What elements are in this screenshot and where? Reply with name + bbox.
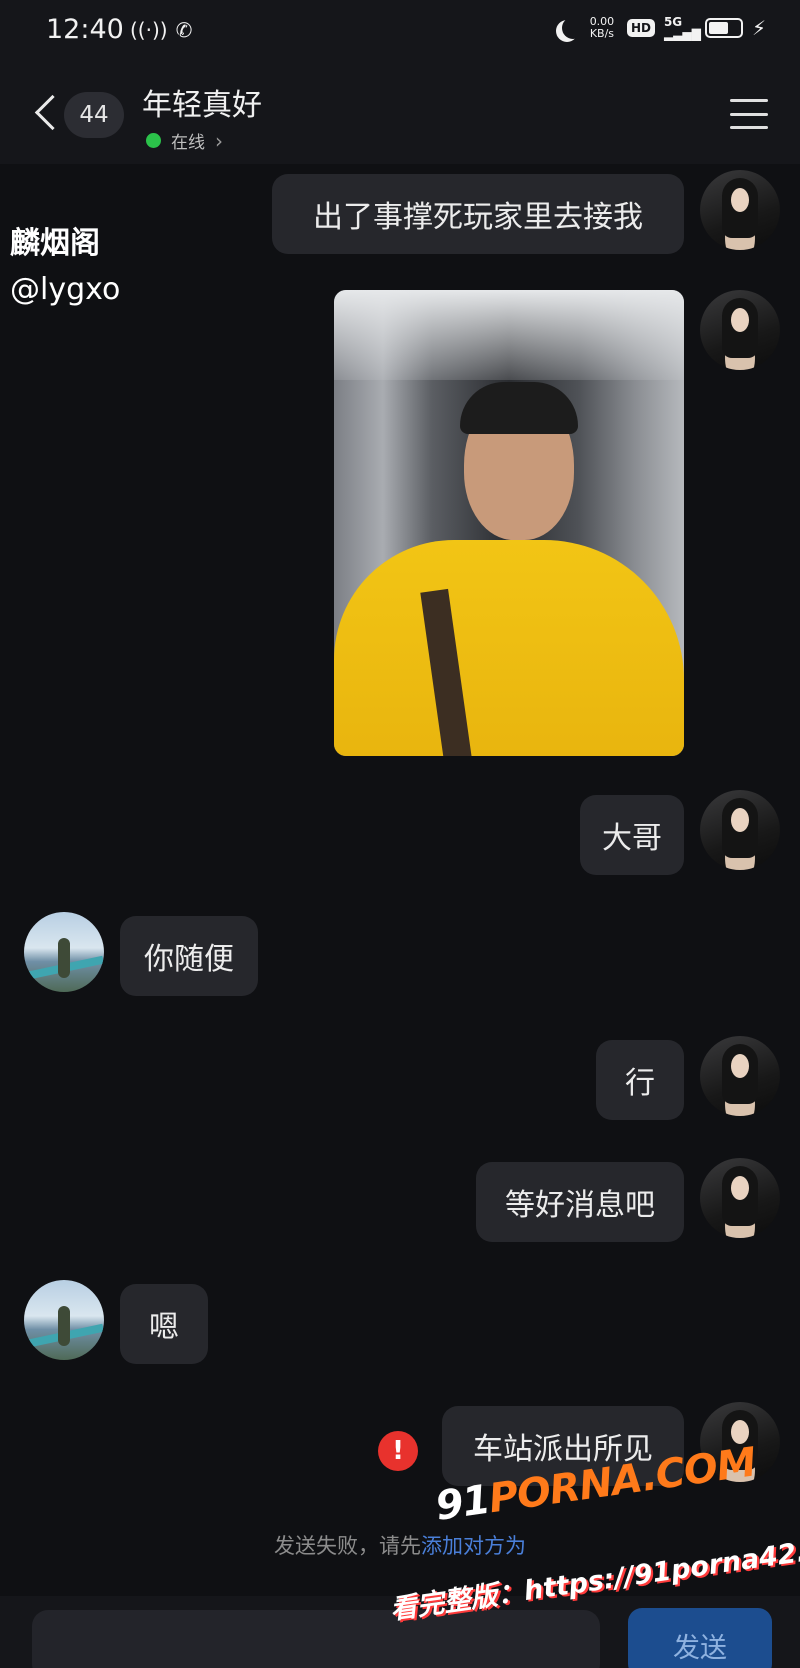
send-failed-icon[interactable]: ! [378, 1431, 418, 1471]
do-not-disturb-icon [562, 17, 584, 39]
charging-icon: ⚡ [751, 16, 766, 40]
message-bubble-outgoing[interactable]: 大哥 [580, 795, 684, 875]
my-avatar[interactable] [700, 1158, 780, 1238]
battery-icon [704, 18, 743, 38]
status-time: 12:40 [46, 14, 124, 45]
my-avatar[interactable] [700, 1036, 780, 1116]
send-button[interactable]: 发送 [628, 1608, 772, 1668]
message-bubble-incoming[interactable]: 你随便 [120, 916, 258, 996]
message-bubble-incoming[interactable]: 嗯 [120, 1284, 208, 1364]
contact-avatar[interactable] [24, 1280, 104, 1360]
contact-avatar[interactable] [24, 912, 104, 992]
network-speed: 0.00 KB/s [586, 16, 618, 40]
presence-label: 在线 [171, 133, 205, 153]
add-contact-link[interactable]: 添加对方为 [421, 1534, 526, 1558]
status-right-icons: 0.00 KB/s HD 5G ▂▃▅▇ ⚡ [555, 15, 766, 41]
watermark-handle: @lygxo [10, 272, 121, 307]
wifi-calling-icon: ((·)) [130, 18, 168, 42]
unread-count-badge[interactable]: 44 [64, 92, 124, 138]
menu-icon[interactable] [730, 99, 768, 129]
hd-icon: HD [626, 19, 655, 37]
watermark-name: 麟烟阁 [10, 226, 100, 261]
message-bubble-outgoing[interactable]: 等好消息吧 [476, 1162, 684, 1242]
chat-header: 44 年轻真好 在线 › [0, 64, 800, 164]
my-avatar[interactable] [700, 290, 780, 370]
signal-icon: 5G ▂▃▅▇ [663, 15, 701, 41]
send-failed-text: 发送失败，请先 [274, 1534, 421, 1558]
network-speed-unit: KB/s [589, 27, 615, 40]
status-left-icons: ((·)) ✆ [130, 18, 192, 42]
message-bubble-outgoing[interactable]: 出了事撑死玩家里去接我 [272, 174, 684, 254]
message-photo[interactable] [334, 290, 684, 756]
presence-status[interactable]: 在线 › [146, 128, 223, 153]
online-dot-icon [146, 133, 161, 148]
status-bar: 12:40 ((·)) ✆ 0.00 KB/s HD 5G ▂▃▅▇ ⚡ [0, 0, 800, 64]
site-logo-prefix: 91 [432, 1476, 493, 1530]
network-type: 5G [663, 15, 683, 29]
my-avatar[interactable] [700, 790, 780, 870]
message-bubble-outgoing[interactable]: 行 [596, 1040, 684, 1120]
message-input[interactable] [32, 1610, 600, 1668]
phone-icon: ✆ [175, 18, 193, 42]
chevron-right-icon: › [215, 128, 223, 153]
chat-title[interactable]: 年轻真好 [142, 80, 262, 124]
my-avatar[interactable] [700, 170, 780, 250]
back-icon[interactable] [30, 92, 56, 136]
